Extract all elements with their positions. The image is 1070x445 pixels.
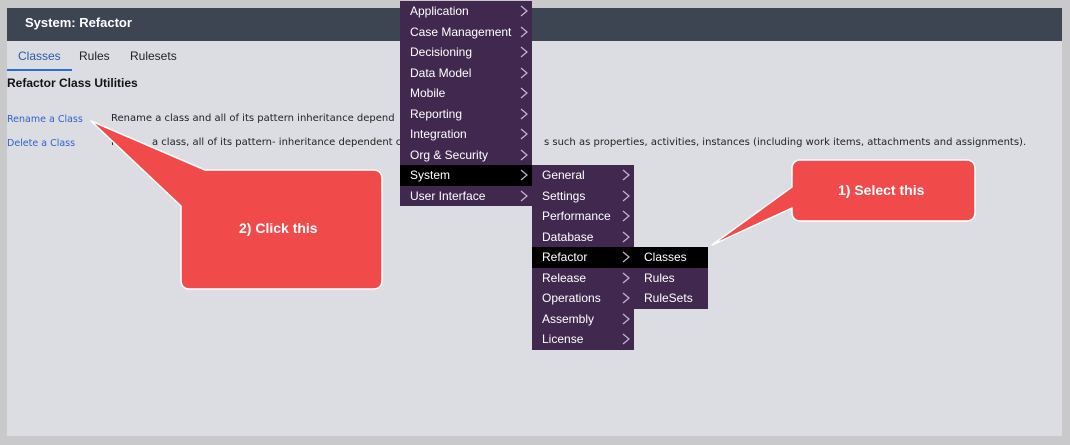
- callout-click-text: 2) Click this: [239, 220, 318, 236]
- chevron-right-icon: [622, 210, 630, 222]
- menu-item-label: Operations: [542, 291, 601, 305]
- menu-item-label: User Interface: [410, 188, 486, 203]
- chevron-right-icon: [622, 272, 630, 283]
- refactor-item-rules[interactable]: Rules: [634, 268, 708, 289]
- menu-item-reporting[interactable]: Reporting: [400, 104, 532, 125]
- chevron-right-icon: [520, 190, 528, 201]
- menu-item-label: Refactor: [542, 250, 588, 264]
- menu-item-application[interactable]: Application: [400, 1, 532, 22]
- menu-item-label: Mobile: [410, 86, 446, 100]
- menu-item-label: Integration: [410, 127, 467, 141]
- rename-class-description: Rename a class and all of its pattern in…: [111, 113, 395, 124]
- submenu-item-performance[interactable]: Performance: [532, 206, 634, 227]
- main-menu: Application Case Management Decisioning …: [400, 1, 532, 206]
- menu-item-label: Performance: [542, 209, 611, 223]
- menu-item-label: Data Model: [410, 65, 472, 80]
- menu-item-label: RuleSets: [644, 291, 693, 305]
- delete-class-description-end: s such as properties, activities, instan…: [544, 137, 1027, 148]
- submenu-item-assembly[interactable]: Assembly: [532, 309, 634, 330]
- refactor-item-classes[interactable]: Classes: [634, 247, 708, 268]
- menu-item-label: Release: [542, 270, 587, 285]
- tab-rules[interactable]: Rules: [79, 45, 110, 69]
- chevron-right-icon: [622, 231, 630, 242]
- chevron-right-icon: [520, 67, 528, 78]
- menu-item-user-interface[interactable]: User Interface: [400, 186, 532, 207]
- menu-item-label: Case Management: [410, 24, 512, 39]
- menu-item-label: Decisioning: [410, 45, 473, 59]
- submenu-item-refactor[interactable]: Refactor: [532, 247, 634, 268]
- chevron-right-icon: [520, 128, 528, 140]
- tab-classes[interactable]: Classes: [7, 45, 72, 71]
- chevron-right-icon: [622, 169, 630, 181]
- menu-item-case-management[interactable]: Case Management: [400, 22, 532, 43]
- submenu-item-license[interactable]: License: [532, 329, 634, 350]
- rename-class-link[interactable]: Rename a Class: [7, 114, 83, 125]
- refactor-item-rulesets[interactable]: RuleSets: [634, 288, 708, 309]
- menu-item-label: License: [542, 332, 584, 346]
- menu-item-label: Reporting: [410, 106, 463, 121]
- submenu-item-general[interactable]: General: [532, 165, 634, 186]
- menu-item-integration[interactable]: Integration: [400, 124, 532, 145]
- submenu-item-release[interactable]: Release: [532, 268, 634, 289]
- chevron-right-icon: [520, 87, 528, 99]
- chevron-right-icon: [520, 169, 528, 181]
- menu-item-label: Assembly: [542, 311, 595, 326]
- chevron-right-icon: [622, 313, 630, 324]
- callout-select-text: 1) Select this: [838, 182, 925, 198]
- menu-item-data-model[interactable]: Data Model: [400, 63, 532, 84]
- menu-item-label: General: [542, 168, 585, 182]
- system-submenu: General Settings Performance Database Re…: [532, 165, 634, 350]
- tab-rulesets[interactable]: Rulesets: [130, 45, 177, 69]
- chevron-right-icon: [520, 149, 528, 160]
- chevron-right-icon: [622, 190, 630, 201]
- refactor-submenu: Classes Rules RuleSets: [634, 247, 708, 309]
- menu-item-label: Database: [542, 229, 594, 244]
- chevron-right-icon: [622, 333, 630, 345]
- chevron-right-icon: [622, 251, 630, 263]
- delete-class-link[interactable]: Delete a Class: [7, 138, 75, 149]
- menu-item-label: Application: [410, 4, 469, 18]
- chevron-right-icon: [520, 108, 528, 119]
- menu-item-label: Rules: [644, 270, 675, 285]
- submenu-item-database[interactable]: Database: [532, 227, 634, 248]
- menu-item-decisioning[interactable]: Decisioning: [400, 42, 532, 63]
- chevron-right-icon: [520, 5, 528, 17]
- menu-item-label: Classes: [644, 250, 687, 264]
- menu-item-label: Settings: [542, 188, 586, 203]
- chevron-right-icon: [520, 26, 528, 37]
- chevron-right-icon: [520, 46, 528, 58]
- menu-item-org-security[interactable]: Org & Security: [400, 145, 532, 166]
- menu-item-mobile[interactable]: Mobile: [400, 83, 532, 104]
- menu-item-label: System: [410, 168, 451, 182]
- menu-item-system[interactable]: System: [400, 165, 532, 186]
- submenu-item-settings[interactable]: Settings: [532, 186, 634, 207]
- chevron-right-icon: [622, 292, 630, 304]
- section-title: Refactor Class Utilities: [7, 76, 138, 90]
- delete-class-description-start: Re: [111, 137, 124, 148]
- window-title: System: Refactor: [7, 8, 1062, 41]
- menu-item-label: Org & Security: [410, 147, 489, 162]
- delete-class-description-middle: a class, all of its pattern- inheritance…: [152, 137, 411, 148]
- submenu-item-operations[interactable]: Operations: [532, 288, 634, 309]
